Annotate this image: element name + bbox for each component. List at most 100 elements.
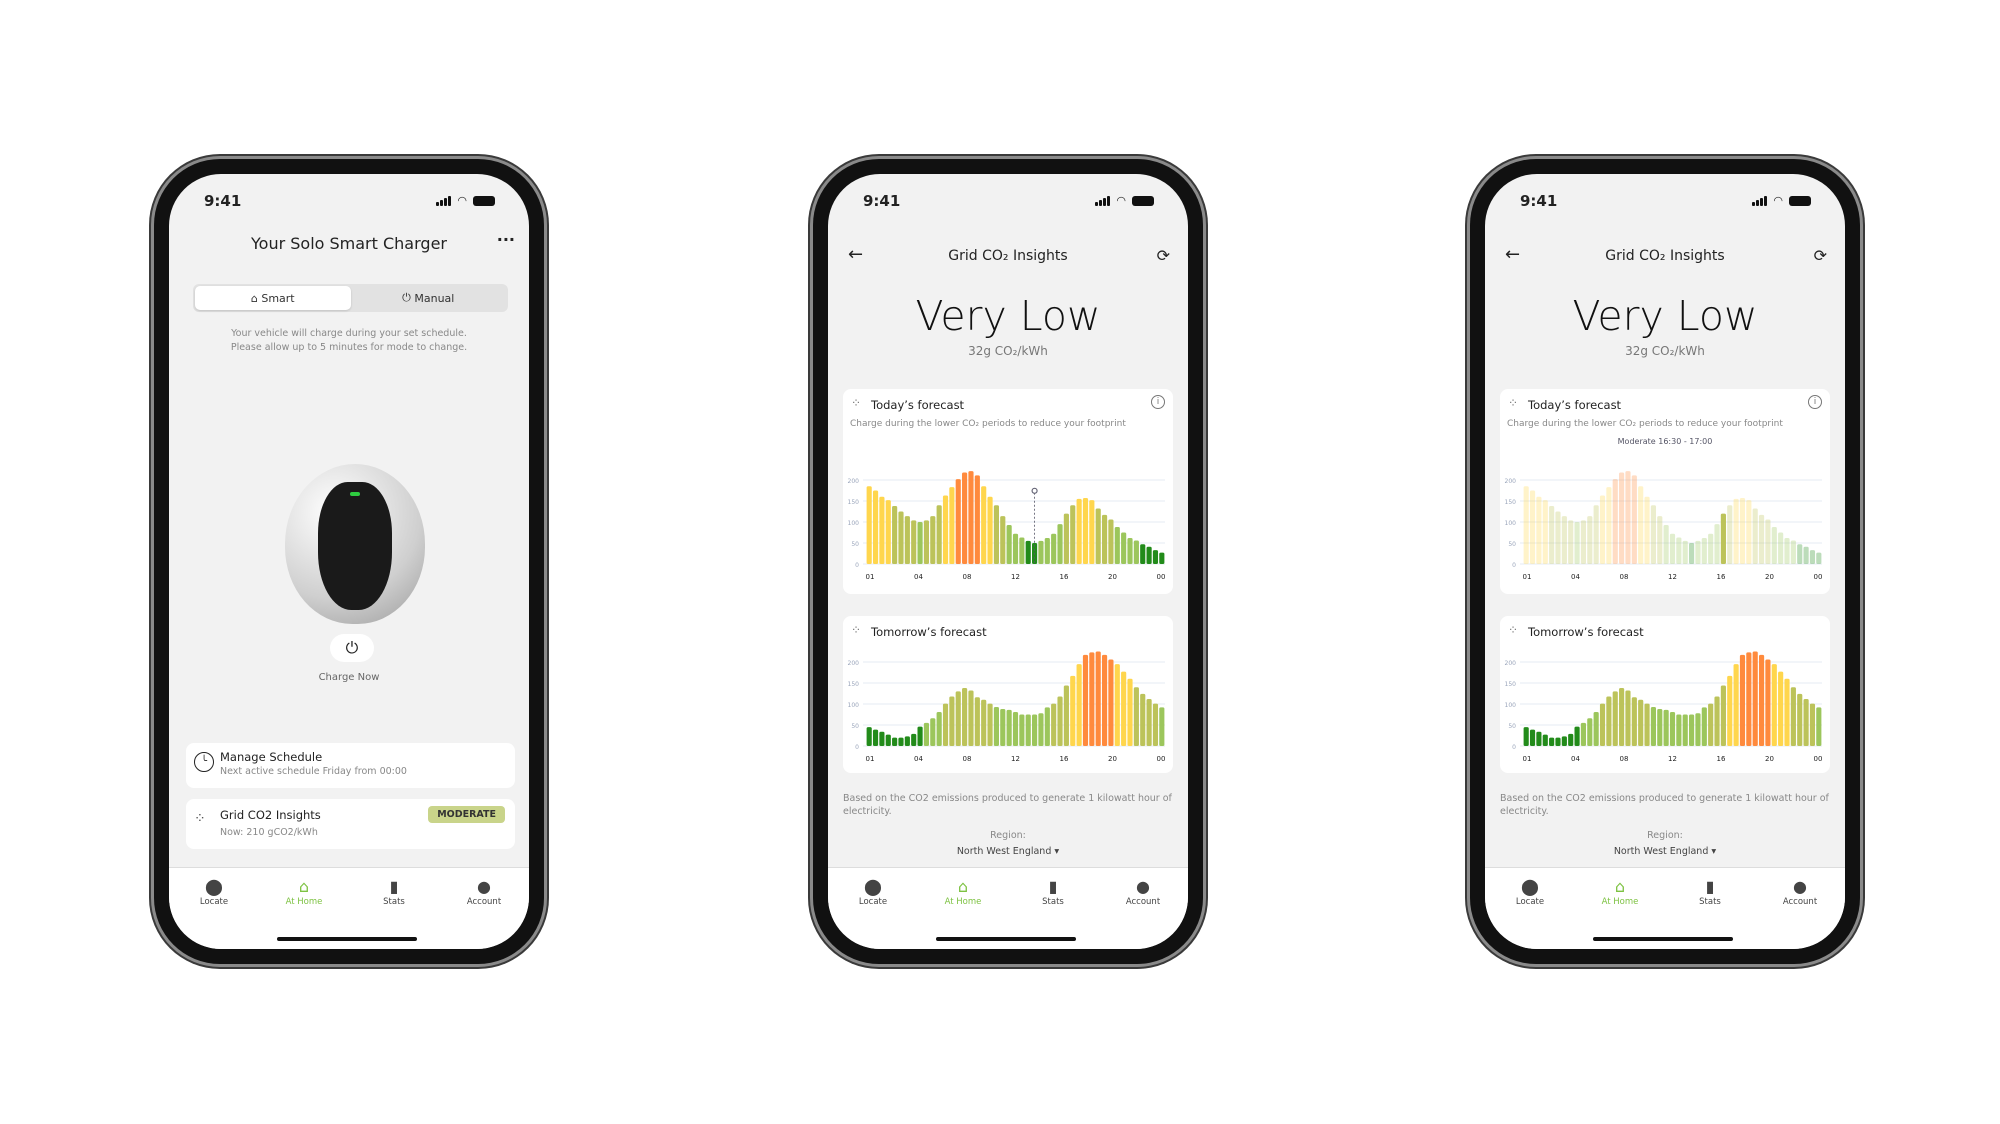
bar [936,711,942,746]
map-pin-icon: ⬤ [1521,877,1539,896]
bar [1568,520,1574,564]
x-tick-label: 04 [1571,573,1580,581]
tomorrow-forecast-card: ⁘ Tomorrow’s forecast 0 50 100 150 200 01 04 08… [1500,616,1830,773]
tab-locate[interactable]: ⬤ Locate [169,868,259,949]
bar [1758,654,1765,746]
bar [1108,659,1114,746]
home-indicator[interactable] [936,937,1076,941]
y-tick-label: 100 [1505,702,1517,709]
bar [1638,486,1644,564]
bar [1152,703,1159,746]
today-forecast-card: ⁘ Today’s forecast i Charge during the l… [843,389,1173,594]
home-indicator[interactable] [1593,937,1733,941]
bar [1809,703,1816,746]
y-tick-label: 150 [1505,499,1517,506]
screen: 9:41 ◠ Your Solo Smart Charger ··· ⌂ Sma… [169,174,529,949]
tab-label: Stats [1699,897,1721,907]
refresh-icon[interactable]: ⟳ [1157,246,1170,265]
bar [1631,475,1637,564]
bar [1606,696,1612,746]
y-tick-label: 50 [1508,723,1516,730]
bar [1657,709,1663,746]
tab-label: Locate [199,897,229,907]
bar [1720,685,1726,746]
tomorrow-chart[interactable]: 0 50 100 150 200 01 04 08 12 16 20 00 [843,616,1173,773]
today-chart[interactable]: 0 50 100 150 200 01 04 08 12 16 20 00 [843,389,1173,594]
refresh-icon[interactable]: ⟳ [1814,246,1827,265]
bar [1809,550,1816,564]
bar [1689,543,1695,564]
today-chart[interactable]: 0 50 100 150 200 01 04 08 12 16 20 00 [1500,389,1830,594]
region-dropdown[interactable]: North West England ▾ [1605,846,1725,857]
tomorrow-chart[interactable]: 0 50 100 150 200 01 04 08 12 16 20 00 [1500,616,1830,773]
bar [1159,552,1165,564]
more-icon[interactable]: ··· [497,230,515,249]
y-tick-label: 100 [848,702,860,709]
tab-account[interactable]: ● Account [1755,868,1845,949]
tab-locate[interactable]: ⬤ Locate [828,868,918,949]
bar [1580,520,1587,564]
user-icon: ● [1793,877,1807,896]
bar [1152,550,1159,564]
y-tick-label: 50 [851,723,859,730]
status-icons: ◠ [436,194,495,207]
bar [930,516,936,564]
bar [872,490,879,564]
bar [1082,654,1089,746]
bar [1784,537,1790,564]
mode-smart-button[interactable]: ⌂ Smart [195,286,351,310]
tab-label: Stats [383,897,405,907]
bar [974,475,980,564]
bar [904,516,910,564]
manage-schedule-card[interactable]: ╰ Manage Schedule Next active schedule F… [186,743,515,788]
bar [1549,506,1555,564]
bar [917,726,923,746]
bar [1121,671,1127,746]
tab-account[interactable]: ● Account [439,868,529,949]
bar [936,505,942,564]
x-tick-label: 12 [1668,573,1677,581]
x-tick-label: 00 [1157,755,1166,763]
bar [949,696,955,746]
bar [1146,546,1152,564]
bar [1733,498,1739,564]
bar [1803,546,1809,564]
region-label: Region: [1647,830,1683,841]
bar [1561,516,1567,564]
tab-label: Stats [1042,897,1064,907]
mode-manual-button[interactable]: ⏻ Manual [351,286,507,310]
home-indicator[interactable] [277,937,417,941]
x-tick-label: 20 [1108,573,1117,581]
grid-co2-card[interactable]: ⁘ Grid CO2 Insights Now: 210 gCO2/kWh MO… [186,799,515,849]
bar [1816,552,1822,564]
bar [1025,540,1031,564]
bar [1797,544,1803,564]
y-tick-label: 0 [855,744,859,751]
x-tick-label: 01 [866,755,875,763]
bar [1752,651,1758,746]
region-dropdown[interactable]: North West England ▾ [948,846,1068,857]
bar [1076,498,1082,564]
bar [1676,537,1682,564]
bar [1682,540,1688,564]
bar [1549,737,1555,746]
bar [1593,711,1599,746]
bar [1038,540,1044,564]
tab-locate[interactable]: ⬤ Locate [1485,868,1575,949]
bar [1663,524,1669,564]
user-icon: ● [1136,877,1150,896]
status-time: 9:41 [204,192,242,210]
y-tick-label: 200 [1505,478,1517,485]
battery-icon [473,195,495,206]
charge-now-button[interactable]: ⏻ [330,634,374,662]
x-tick-label: 01 [1523,755,1532,763]
tab-account[interactable]: ● Account [1098,868,1188,949]
co2-intensity: 32g CO₂/kWh [1625,344,1705,358]
bar [1076,664,1082,746]
bar [1701,537,1707,564]
bar [904,736,910,746]
bar [1051,533,1057,564]
home-icon: ⌂ [1614,877,1626,896]
x-tick-label: 12 [1668,755,1677,763]
bar [1631,697,1637,746]
